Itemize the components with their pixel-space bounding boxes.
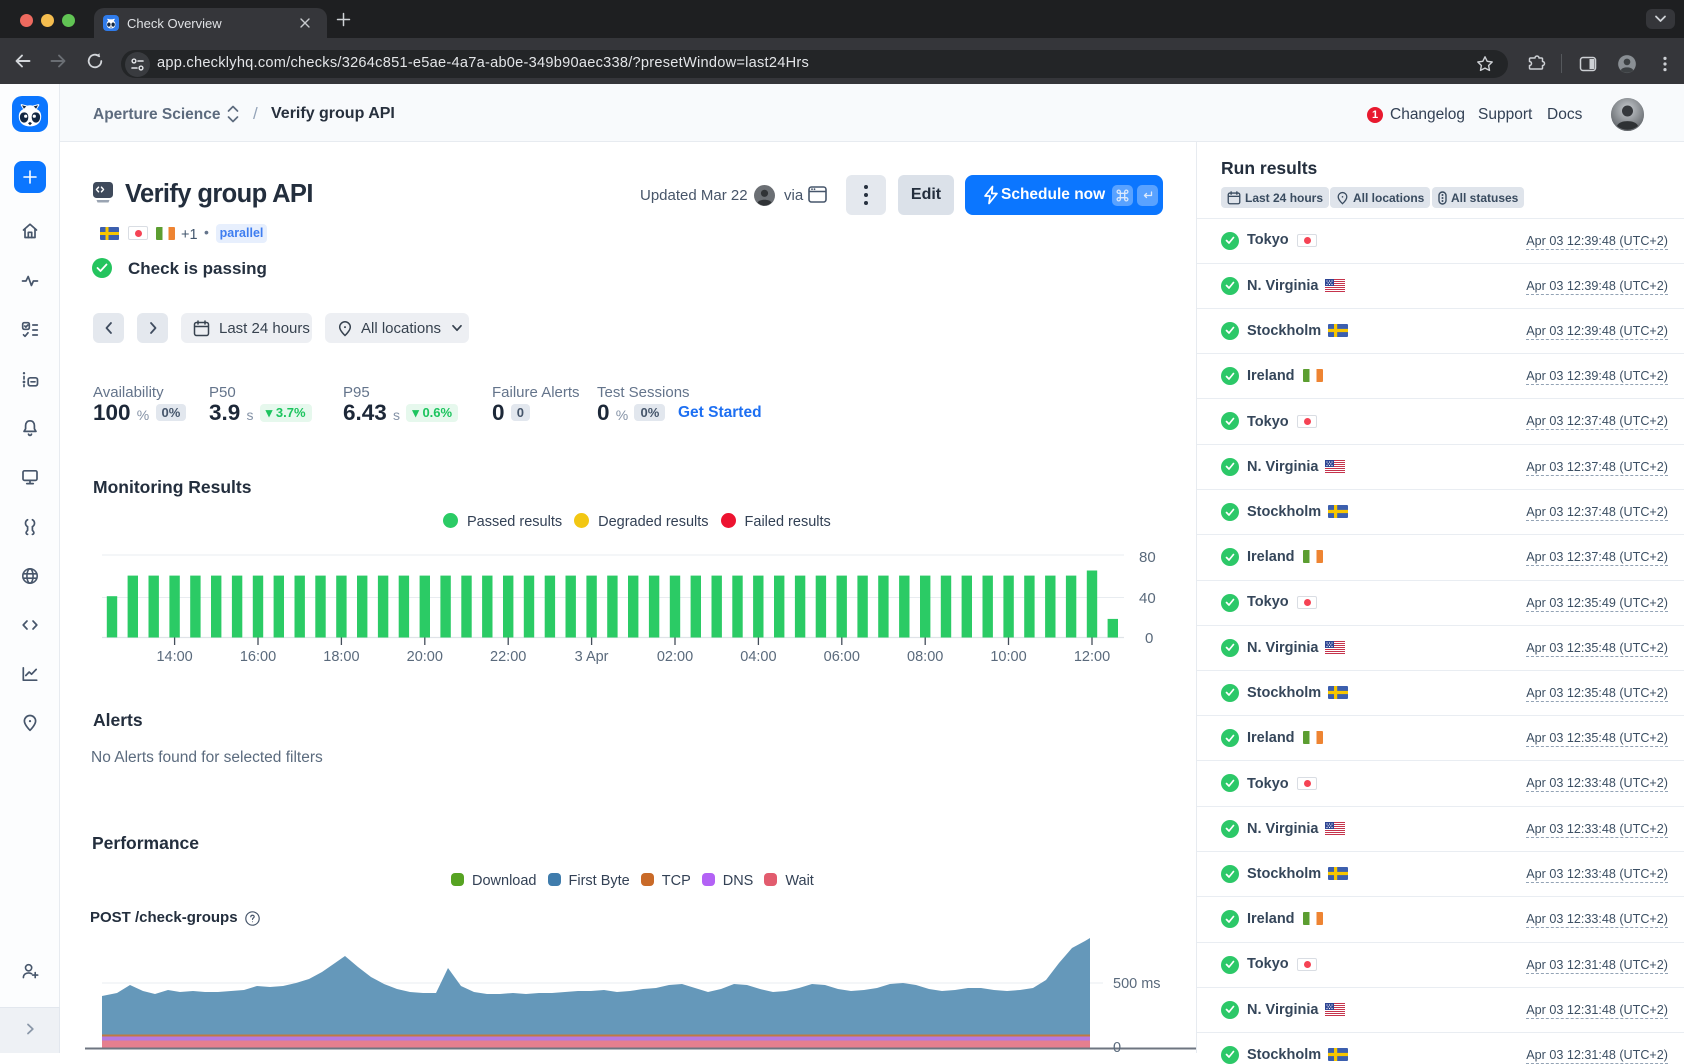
svg-text:08:00: 08:00 [907,649,943,665]
svg-text:12:00: 12:00 [1074,649,1110,665]
svg-text:16:00: 16:00 [240,649,276,665]
svg-text:06:00: 06:00 [824,649,860,665]
svg-text:02:00: 02:00 [657,649,693,665]
svg-text:0: 0 [1145,630,1153,647]
svg-text:18:00: 18:00 [323,649,359,665]
svg-text:10:00: 10:00 [990,649,1026,665]
svg-text:3 Apr: 3 Apr [575,649,609,665]
svg-text:14:00: 14:00 [156,649,192,665]
svg-text:0: 0 [1113,1040,1121,1053]
svg-text:500 ms: 500 ms [1113,976,1161,992]
svg-text:20:00: 20:00 [407,649,443,665]
svg-text:40: 40 [1139,590,1156,607]
svg-text:22:00: 22:00 [490,649,526,665]
svg-text:04:00: 04:00 [740,649,776,665]
svg-text:80: 80 [1139,549,1156,566]
